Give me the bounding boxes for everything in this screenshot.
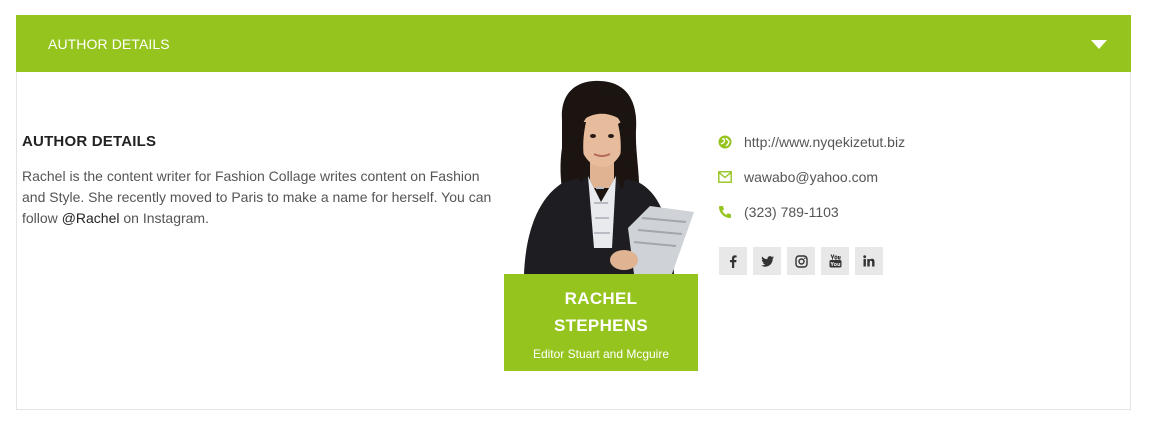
author-bio: AUTHOR DETAILS Rachel is the content wri… <box>22 133 497 229</box>
contact-list: http://www.nyqekizetut.biz wawabo@yahoo.… <box>718 132 905 237</box>
svg-text:You: You <box>829 262 841 268</box>
contact-website-row[interactable]: http://www.nyqekizetut.biz <box>718 132 905 152</box>
twitter-icon[interactable] <box>753 247 781 275</box>
bio-text-end: on Instagram. <box>119 210 209 226</box>
author-name-line1: RACHEL <box>564 289 638 308</box>
phone-link[interactable]: (323) 789-1103 <box>744 204 839 220</box>
linkedin-icon[interactable] <box>855 247 883 275</box>
bio-heading: AUTHOR DETAILS <box>22 133 157 150</box>
contact-phone-row[interactable]: (323) 789-1103 <box>718 202 905 222</box>
youtube-icon[interactable]: You <box>821 247 849 275</box>
panel-header-title: AUTHOR DETAILS <box>48 35 170 52</box>
envelope-icon <box>718 170 732 184</box>
phone-icon <box>718 205 732 219</box>
social-links: You <box>719 247 883 275</box>
author-role: Editor Stuart and Mcguire <box>532 347 670 361</box>
author-details-accordion-header[interactable]: AUTHOR DETAILS <box>16 15 1131 72</box>
author-photo <box>504 78 698 274</box>
bio-text: Rachel is the content writer for Fashion… <box>22 166 497 229</box>
chevron-down-icon[interactable] <box>1091 40 1107 49</box>
author-name-card: RACHEL STEPHENS Editor Stuart and Mcguir… <box>504 274 698 371</box>
instagram-handle-link[interactable]: @Rachel <box>62 210 120 226</box>
website-link[interactable]: http://www.nyqekizetut.biz <box>744 134 905 150</box>
globe-icon <box>718 135 732 149</box>
email-link[interactable]: wawabo@yahoo.com <box>744 169 878 185</box>
contact-email-row[interactable]: wawabo@yahoo.com <box>718 167 905 187</box>
author-name-line2: STEPHENS <box>553 316 649 335</box>
instagram-icon[interactable] <box>787 247 815 275</box>
facebook-icon[interactable] <box>719 247 747 275</box>
